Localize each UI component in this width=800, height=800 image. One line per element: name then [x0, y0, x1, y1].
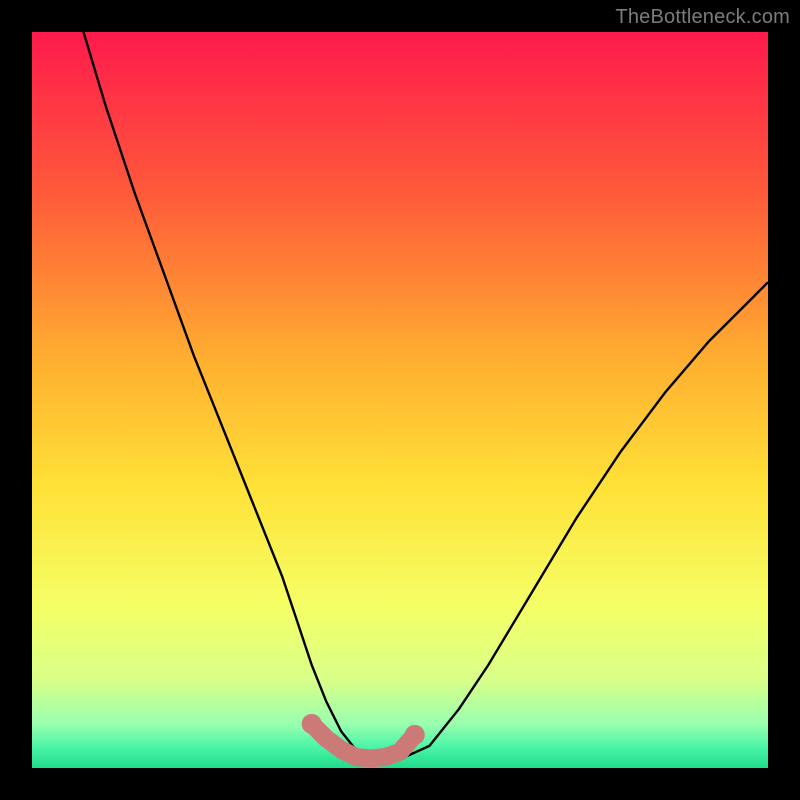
plot-area [32, 32, 768, 768]
gradient-background [32, 32, 768, 768]
sweet-spot-start-dot [302, 714, 322, 734]
sweet-spot-end-dot [405, 725, 425, 745]
chart-frame: TheBottleneck.com [0, 0, 800, 800]
watermark-text: TheBottleneck.com [615, 6, 790, 29]
chart-svg [32, 32, 768, 768]
